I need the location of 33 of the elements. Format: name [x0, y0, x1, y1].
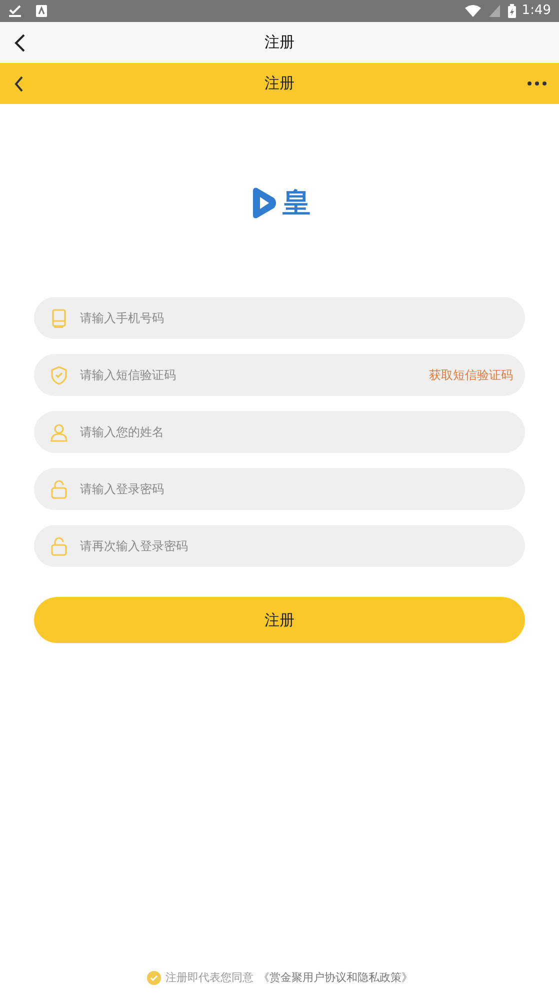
- input-field[interactable]: 请输入您的姓名: [34, 411, 525, 453]
- back-icon[interactable]: [14, 76, 24, 92]
- check-icon: [150, 974, 158, 981]
- text-input[interactable]: 请输入您的姓名: [80, 423, 513, 441]
- agree-checkbox[interactable]: [146, 970, 160, 985]
- text-input[interactable]: 请输入短信验证码: [80, 366, 429, 384]
- phone-icon: [50, 308, 68, 328]
- input-field[interactable]: 请输入手机号码: [34, 297, 525, 339]
- download-done-icon: [8, 5, 22, 17]
- lock-icon: [50, 536, 68, 556]
- shield-check-icon: [50, 366, 68, 384]
- page-title: 注册: [264, 32, 294, 54]
- text-input[interactable]: 请输入登录密码: [80, 480, 513, 498]
- text-input[interactable]: 请再次输入登录密码: [80, 537, 513, 555]
- logo-text: 皇: [282, 185, 310, 221]
- lock-icon: [50, 480, 68, 498]
- text-input[interactable]: 请输入手机号码: [80, 309, 513, 327]
- user-icon: [50, 422, 68, 442]
- input-field[interactable]: 请输入短信验证码 获取短信验证码: [34, 354, 525, 396]
- get-code-link[interactable]: 获取短信验证码: [429, 366, 513, 384]
- agreement-link[interactable]: 《赏金聚用户协议和隐私政策》: [258, 970, 412, 986]
- input-field[interactable]: 请输入登录密码: [34, 468, 525, 510]
- battery-icon: [508, 4, 516, 18]
- more-icon[interactable]: [527, 81, 547, 86]
- back-icon[interactable]: [14, 34, 26, 52]
- app-notification-icon: [36, 5, 47, 17]
- no-signal-icon: [488, 5, 500, 17]
- wifi-icon: [464, 5, 481, 17]
- register-button[interactable]: 注册: [34, 597, 525, 643]
- page-title: 注册: [264, 73, 294, 94]
- input-field[interactable]: 请再次输入登录密码: [34, 525, 525, 567]
- agreement-text: 注册即代表您同意: [166, 970, 254, 986]
- clock-time: 1:49: [522, 2, 551, 20]
